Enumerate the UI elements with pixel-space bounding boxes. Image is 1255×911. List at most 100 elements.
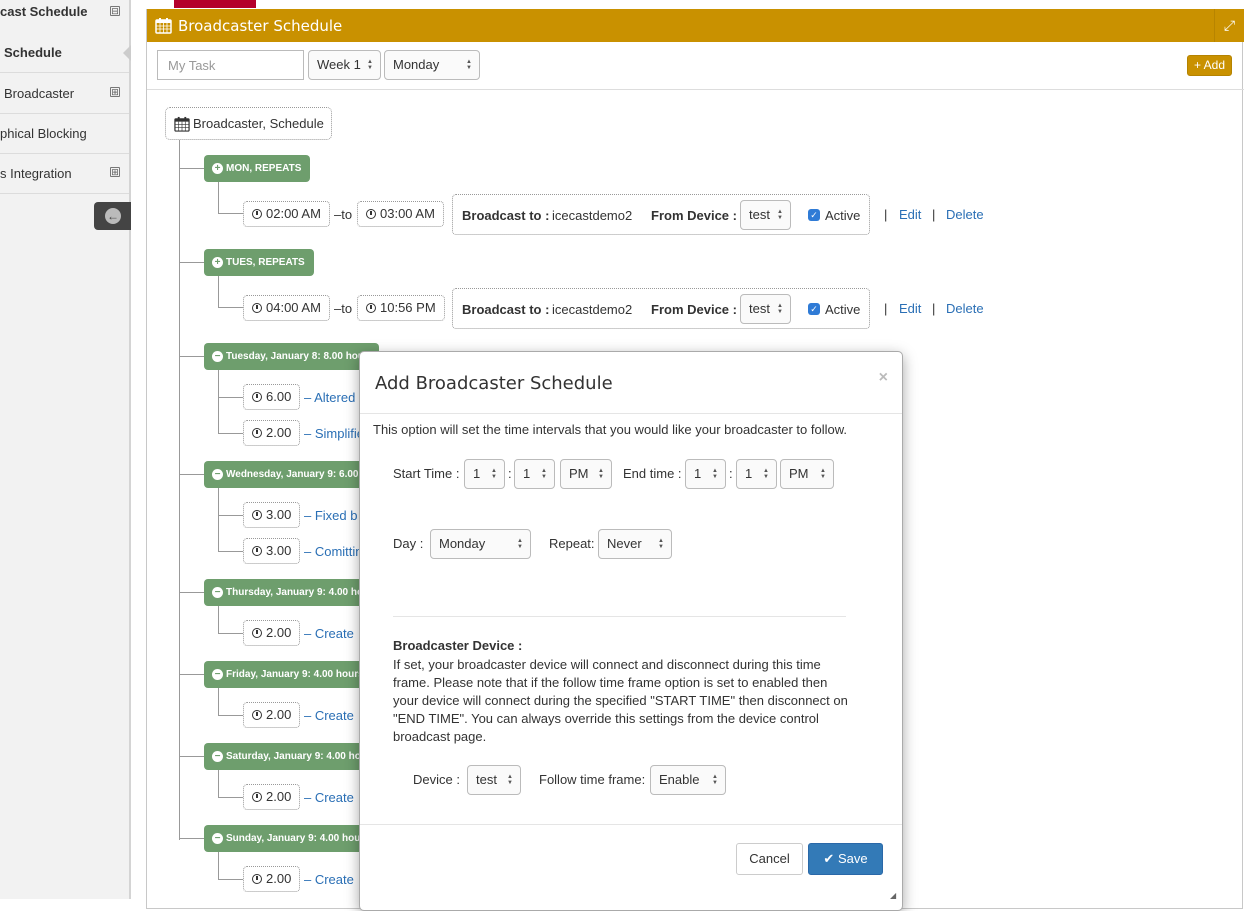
active-label: Active — [825, 208, 861, 223]
collapse-icon[interactable]: ⊟ — [110, 6, 120, 16]
select-arrows-icon: ▲ ▼ — [507, 774, 513, 786]
task-link[interactable]: – Simplifie — [304, 426, 364, 441]
to-label: –to — [334, 207, 353, 222]
end-minute-select[interactable]: 1 ▲ ▼ — [736, 459, 777, 489]
task-link[interactable]: – Create — [304, 790, 354, 805]
task-link[interactable]: – Create — [304, 872, 354, 887]
start-time-value: 04:00 AM — [266, 300, 321, 315]
active-checkbox[interactable]: ✓ — [808, 303, 820, 315]
active-checkbox[interactable]: ✓ — [808, 209, 820, 221]
week-select-value: Week 1 — [317, 57, 361, 72]
cancel-button[interactable]: Cancel — [736, 843, 803, 875]
tree-sub-line — [218, 605, 219, 633]
end-time: 10:56 PM — [357, 295, 445, 321]
close-icon[interactable]: × — [879, 369, 888, 387]
modal-description: This option will set the time intervals … — [373, 422, 848, 437]
expand-icon[interactable]: ⊞ — [110, 87, 120, 97]
task-link[interactable]: – Altered — [304, 390, 355, 405]
badge-label: MON, REPEATS — [226, 163, 302, 174]
start-ampm-select[interactable]: PM ▲ ▼ — [560, 459, 612, 489]
day-label: Day : — [393, 536, 424, 551]
tree-branch-line — [179, 674, 204, 675]
save-button[interactable]: ✔ Save — [808, 843, 883, 875]
tree-sub-line — [218, 851, 219, 879]
start-time-value: 02:00 AM — [266, 206, 321, 221]
expand-icon[interactable]: ⊞ — [110, 167, 120, 177]
device-select-value: test — [749, 207, 770, 222]
delete-link[interactable]: Delete — [946, 301, 984, 316]
edit-link[interactable]: Edit — [899, 301, 921, 316]
day-badge-wednesday[interactable]: − Wednesday, January 9: 6.00 — [204, 461, 379, 488]
follow-time-frame-select[interactable]: Enable ▲ ▼ — [650, 765, 726, 795]
tree-branch-line — [179, 838, 204, 839]
week-select[interactable]: Week 1 ▲ ▼ — [308, 50, 381, 80]
clock-icon — [366, 303, 376, 313]
day-select[interactable]: Monday ▲ ▼ — [384, 50, 480, 80]
tree-sub-line — [218, 633, 243, 634]
clock-icon — [252, 874, 262, 884]
badge-label: Saturday, January 9: 4.00 ho — [226, 751, 361, 762]
task-link[interactable]: – Create — [304, 708, 354, 723]
select-value: 1 — [745, 466, 753, 481]
modal-title: Add Broadcaster Schedule — [375, 373, 613, 394]
hours-value: 2.00 — [266, 707, 292, 722]
device-select[interactable]: test ▲ ▼ — [467, 765, 521, 795]
end-time-value: 10:56 PM — [380, 300, 436, 315]
task-search-input[interactable] — [157, 50, 304, 80]
day-select[interactable]: Monday ▲ ▼ — [430, 529, 531, 559]
day-badge-friday[interactable]: − Friday, January 9: 4.00 hours — [204, 661, 379, 688]
end-hour-select[interactable]: 1 ▲ ▼ — [685, 459, 726, 489]
start-minute-select[interactable]: 1 ▲ ▼ — [514, 459, 555, 489]
repeat-badge-tues[interactable]: + TUES, REPEATS — [204, 249, 314, 276]
top-tab-indicator — [174, 0, 256, 8]
to-label: –to — [334, 301, 353, 316]
add-button[interactable]: + Add — [1186, 55, 1232, 76]
task-link[interactable]: – Create — [304, 626, 354, 641]
badge-label: Wednesday, January 9: 6.00 — [226, 469, 359, 480]
task-link[interactable]: – Fixed b — [304, 508, 357, 523]
delete-link[interactable]: Delete — [946, 207, 984, 222]
tree-sub-line — [218, 715, 243, 716]
check-icon: ✔ — [823, 851, 835, 866]
day-badge-saturday[interactable]: − Saturday, January 9: 4.00 ho — [204, 743, 379, 770]
repeat-select[interactable]: Never ▲ ▼ — [598, 529, 672, 559]
day-badge-sunday[interactable]: − Sunday, January 9: 4.00 hour — [204, 825, 379, 852]
divider — [360, 413, 902, 414]
day-badge-tuesday[interactable]: − Tuesday, January 8: 8.00 hou — [204, 343, 379, 370]
badge-label: Friday, January 9: 4.00 hours — [226, 669, 364, 680]
start-time-label: Start Time : — [393, 466, 460, 481]
repeat-badge-mon[interactable]: + MON, REPEATS — [204, 155, 311, 182]
device-select[interactable]: test ▲ ▼ — [740, 200, 791, 230]
sidebar-item-schedule[interactable]: Schedule — [0, 33, 129, 73]
tree-branch-line — [179, 474, 204, 475]
start-hour-select[interactable]: 1 ▲ ▼ — [464, 459, 505, 489]
select-value: PM — [789, 466, 809, 481]
plus-circle-icon: + — [212, 163, 223, 174]
edit-link[interactable]: Edit — [899, 207, 921, 222]
task-hours: 3.00 — [243, 538, 301, 564]
select-arrows-icon: ▲ ▼ — [367, 59, 373, 71]
select-arrows-icon: ▲ ▼ — [820, 468, 826, 480]
sidebar-item-graphical-blocking[interactable]: phical Blocking — [0, 114, 129, 154]
select-value: 1 — [523, 466, 531, 481]
tree-root-node[interactable]: Broadcaster, Schedule — [165, 107, 332, 140]
sidebar-collapse-button[interactable]: ← — [94, 202, 131, 230]
end-ampm-select[interactable]: PM ▲ ▼ — [780, 459, 834, 489]
expand-button[interactable]: ⤢ — [1214, 9, 1244, 42]
day-badge-thursday[interactable]: − Thursday, January 9: 4.00 ho — [204, 579, 379, 606]
minus-circle-icon: − — [212, 587, 223, 598]
tree-sub-line — [218, 275, 219, 308]
sidebar-item-broadcast-schedule[interactable]: cast Schedule ⊟ — [0, 0, 129, 35]
select-arrows-icon: ▲ ▼ — [777, 303, 783, 315]
sidebar-item-integration[interactable]: s Integration ⊞ — [0, 154, 129, 194]
broadcast-info: Broadcast to : icecastdemo2 From Device … — [452, 194, 870, 235]
sidebar-item-broadcaster[interactable]: Broadcaster ⊞ — [0, 74, 129, 114]
select-arrows-icon: ▲ ▼ — [763, 468, 769, 480]
calendar-icon — [174, 116, 190, 132]
hours-value: 6.00 — [266, 389, 292, 404]
root-label: Broadcaster, Schedule — [193, 116, 324, 131]
task-link[interactable]: – Comittin — [304, 544, 363, 559]
select-arrows-icon: ▲ ▼ — [712, 774, 718, 786]
device-select[interactable]: test ▲ ▼ — [740, 294, 791, 324]
colon: : — [508, 466, 512, 481]
